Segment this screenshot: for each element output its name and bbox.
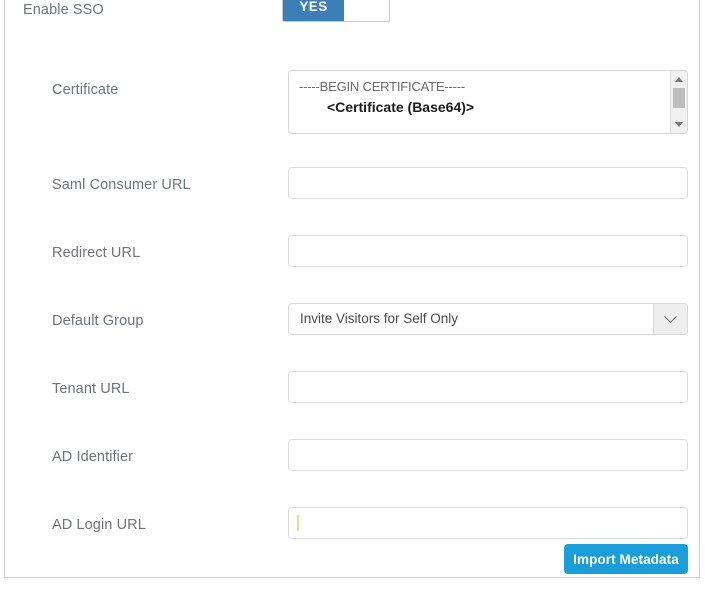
import-metadata-button[interactable]: Import Metadata [564, 544, 688, 574]
label-default-group: Default Group [52, 313, 144, 329]
label-saml-consumer-url: Saml Consumer URL [52, 177, 191, 193]
certificate-body-placeholder: <Certificate (Base64)> [327, 99, 475, 115]
label-certificate: Certificate [52, 82, 119, 98]
sso-settings-panel: Enable SSO YES Certificate -----BEGIN CE… [4, 0, 700, 578]
ad-login-url-input[interactable] [288, 507, 688, 539]
certificate-header-line: -----BEGIN CERTIFICATE----- [299, 79, 465, 94]
label-ad-identifier: AD Identifier [52, 449, 134, 465]
label-enable-sso: Enable SSO [23, 2, 104, 18]
certificate-scrollbar[interactable] [670, 71, 687, 133]
scroll-up-arrow-icon[interactable] [671, 72, 687, 87]
default-group-dropdown-button[interactable] [653, 304, 687, 334]
label-tenant-url: Tenant URL [52, 381, 130, 397]
ad-identifier-input[interactable] [288, 439, 688, 471]
enable-sso-toggle[interactable]: YES [282, 0, 390, 22]
redirect-url-input[interactable] [288, 235, 688, 267]
saml-consumer-url-input[interactable] [288, 167, 688, 199]
default-group-select[interactable]: Invite Visitors for Self Only [288, 303, 688, 335]
toggle-knob[interactable] [344, 0, 389, 21]
toggle-on-label: YES [283, 0, 344, 21]
chevron-down-icon [664, 309, 677, 323]
label-ad-login-url: AD Login URL [52, 517, 146, 533]
certificate-textarea[interactable]: -----BEGIN CERTIFICATE----- <Certificate… [288, 70, 688, 134]
label-redirect-url: Redirect URL [52, 245, 141, 261]
default-group-selected-value: Invite Visitors for Self Only [300, 311, 459, 326]
scroll-down-arrow-icon[interactable] [671, 117, 687, 132]
text-cursor [297, 515, 299, 531]
tenant-url-input[interactable] [288, 371, 688, 403]
scrollbar-thumb[interactable] [673, 88, 685, 108]
